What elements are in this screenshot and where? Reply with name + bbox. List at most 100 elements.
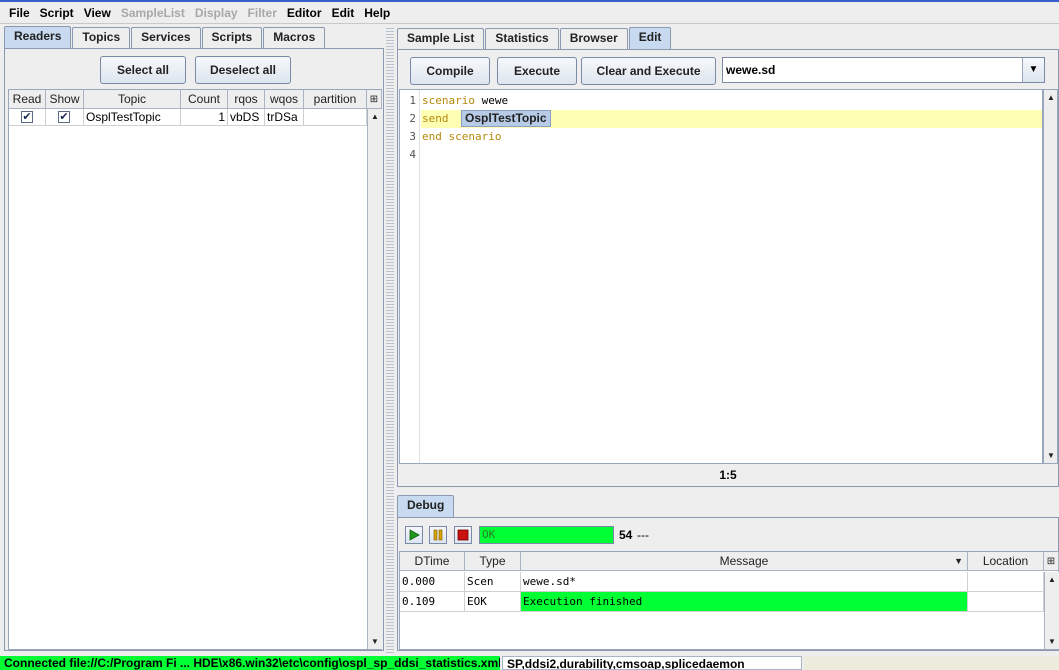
keyword-send: send (422, 112, 449, 125)
scroll-up-icon[interactable]: ▲ (1045, 572, 1059, 587)
debug-panel: Debug OK 54 --- DTime Type Message ▼ Loc… (397, 495, 1059, 651)
col-header-type[interactable]: Type (465, 552, 521, 571)
scroll-up-icon[interactable]: ▲ (1044, 90, 1058, 105)
col-header-message[interactable]: Message ▼ (521, 552, 968, 571)
stop-button[interactable] (454, 526, 472, 544)
code-line-3: end scenario (422, 128, 501, 146)
col-header-topic[interactable]: Topic (84, 90, 181, 109)
scroll-up-icon[interactable]: ▲ (368, 109, 382, 124)
tab-edit[interactable]: Edit (628, 27, 672, 49)
code-line-1: scenario wewe (422, 92, 508, 110)
debug-line-count: 54 (619, 528, 633, 542)
deselect-all-button[interactable]: Deselect all (195, 56, 291, 84)
tab-browser[interactable]: Browser (559, 28, 628, 49)
menu-editor[interactable]: Editor (282, 3, 327, 23)
line-number: 4 (409, 148, 416, 161)
menu-view[interactable]: View (79, 3, 116, 23)
split-pane-divider[interactable] (386, 26, 394, 656)
play-button[interactable] (405, 526, 423, 544)
debug-scrollbar[interactable]: ▲ ▼ (1044, 572, 1059, 649)
tab-scripts[interactable]: Scripts (201, 27, 263, 48)
status-bar: Connected file://C:/Program Fi ... HDE\x… (0, 655, 1059, 670)
cell-rqos: vbDS (228, 109, 265, 126)
cell-location (968, 572, 1044, 592)
keyword-scenario: scenario (422, 94, 475, 107)
left-tab-bar: Readers Topics Services Scripts Macros (4, 26, 326, 48)
cell-type: EOK (465, 592, 521, 612)
pause-button[interactable] (429, 526, 447, 544)
keyword-end-scenario: end scenario (422, 130, 502, 143)
col-header-rqos[interactable]: rqos (228, 90, 265, 109)
col-header-partition[interactable]: partition (304, 90, 367, 109)
readers-table: Read Show Topic Count rqos wqos partitio… (8, 89, 382, 650)
debug-extra: --- (637, 528, 649, 542)
cell-dtime: 0.109 (400, 592, 465, 612)
autocomplete-popup[interactable]: OsplTestTopic (461, 110, 551, 127)
pause-icon (433, 529, 443, 541)
col-header-dtime[interactable]: DTime (400, 552, 465, 571)
cell-dtime: 0.000 (400, 572, 465, 592)
col-header-wqos[interactable]: wqos (265, 90, 304, 109)
tab-macros[interactable]: Macros (263, 27, 326, 48)
cell-partition (304, 109, 367, 126)
cursor-position: 1:5 (719, 468, 737, 482)
col-header-location[interactable]: Location (968, 552, 1044, 571)
col-header-count[interactable]: Count (181, 90, 228, 109)
menu-display: Display (194, 5, 238, 20)
tab-readers[interactable]: Readers (4, 26, 72, 48)
editor-scrollbar[interactable]: ▲ ▼ (1043, 89, 1058, 464)
debug-tab-content: OK 54 --- DTime Type Message ▼ Location … (397, 517, 1059, 651)
line-number: 1 (409, 94, 416, 107)
tab-sample-list[interactable]: Sample List (397, 28, 485, 49)
debug-table: DTime Type Message ▼ Location ⊞ 0.000 Sc… (399, 551, 1059, 650)
cell-message: wewe.sd* (521, 572, 968, 592)
sort-down-icon[interactable]: ▼ (954, 556, 963, 566)
cell-wqos: trDSa (265, 109, 304, 126)
col-header-show[interactable]: Show (46, 90, 84, 109)
read-checkbox[interactable]: ✔ (21, 111, 33, 123)
column-chooser-icon[interactable]: ⊞ (1044, 552, 1059, 571)
line-number: 2 (409, 112, 416, 125)
clear-and-execute-button[interactable]: Clear and Execute (581, 57, 716, 85)
menu-bar: File Script View SampleList Display Filt… (0, 2, 1059, 24)
connection-status: Connected file://C:/Program Fi ... HDE\x… (0, 656, 500, 670)
main-panel: Sample List Statistics Browser Edit Comp… (397, 27, 1059, 487)
readers-scrollbar[interactable]: ▲ ▼ (367, 109, 382, 649)
cell-topic: OsplTestTopic (84, 109, 181, 126)
col-header-read[interactable]: Read (9, 90, 46, 109)
status-extra (804, 656, 1059, 670)
cell-count: 1 (181, 109, 228, 126)
play-icon (409, 529, 420, 541)
chevron-down-icon[interactable]: ▼ (1022, 58, 1044, 82)
scroll-down-icon[interactable]: ▼ (1044, 448, 1058, 463)
cell-type: Scen (465, 572, 521, 592)
code-line-2: send (422, 110, 449, 128)
tab-topics[interactable]: Topics (72, 27, 131, 48)
script-editor[interactable]: 1 2 3 4 scenario wewe send OsplTestTopic… (399, 89, 1043, 464)
column-chooser-icon[interactable]: ⊞ (367, 90, 382, 109)
compile-button[interactable]: Compile (410, 57, 490, 85)
execution-status: OK (479, 526, 614, 544)
readers-tab-content: Select all Deselect all Read Show Topic … (4, 48, 384, 651)
execute-button[interactable]: Execute (497, 57, 577, 85)
scenario-name: wewe (474, 94, 509, 107)
scroll-down-icon[interactable]: ▼ (368, 634, 382, 649)
tab-services[interactable]: Services (131, 27, 201, 48)
menu-file[interactable]: File (4, 3, 35, 23)
services-status: SP,ddsi2,durability,cmsoap,splicedaemon (502, 656, 802, 670)
select-all-button[interactable]: Select all (100, 56, 186, 84)
show-checkbox[interactable]: ✔ (58, 111, 70, 123)
script-file-select[interactable]: wewe.sd ▼ (722, 57, 1045, 83)
menu-edit[interactable]: Edit (327, 3, 360, 23)
readers-panel: Readers Topics Services Scripts Macros S… (4, 26, 384, 651)
script-file-value: wewe.sd (726, 63, 776, 77)
tab-debug[interactable]: Debug (397, 495, 455, 517)
menu-help[interactable]: Help (359, 3, 395, 23)
menu-filter: Filter (247, 5, 277, 20)
cell-message: Execution finished (521, 592, 968, 612)
menu-script[interactable]: Script (35, 3, 79, 23)
menu-samplelist: SampleList (120, 5, 185, 20)
tab-statistics[interactable]: Statistics (485, 28, 559, 49)
cell-location (968, 592, 1044, 612)
scroll-down-icon[interactable]: ▼ (1045, 634, 1059, 649)
